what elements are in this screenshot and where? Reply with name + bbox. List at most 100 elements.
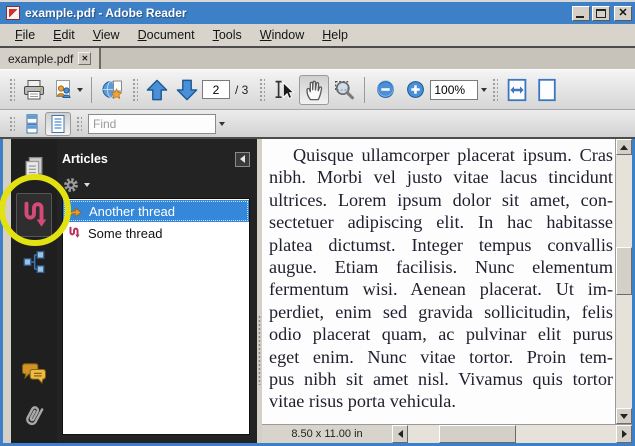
close-button[interactable]: ✕ xyxy=(614,6,632,21)
doc-text-line: vitae risus porta vehicula. xyxy=(269,390,613,412)
scrolling-pages-button[interactable] xyxy=(19,112,45,136)
fit-width-icon xyxy=(505,78,529,102)
toolbar-grip[interactable] xyxy=(131,77,138,103)
zoom-in-button[interactable] xyxy=(400,75,430,105)
toolbar-grip[interactable] xyxy=(258,77,265,103)
doc-text-line: fermentum wisi. Aenean placerat. Ut im- xyxy=(269,278,613,300)
thread-item-some[interactable]: Some thread xyxy=(63,222,249,244)
minimize-button[interactable] xyxy=(572,6,590,21)
left-edge-strip xyxy=(3,139,11,443)
vertical-scroll-track[interactable] xyxy=(616,155,632,408)
single-page-icon xyxy=(535,78,559,102)
hand-tool-icon xyxy=(302,78,326,102)
pages-panel-button[interactable] xyxy=(16,151,52,185)
marquee-zoom-button[interactable] xyxy=(329,75,359,105)
articles-panel-button[interactable] xyxy=(16,193,52,237)
collapse-left-icon xyxy=(240,155,245,163)
collaborate-dropdown-arrow[interactable] xyxy=(77,88,83,92)
fit-width-button[interactable] xyxy=(502,75,532,105)
menu-edit[interactable]: Edit xyxy=(44,25,84,45)
zoom-level-input[interactable] xyxy=(434,83,474,97)
zoom-level-combo[interactable] xyxy=(430,80,478,100)
horizontal-scrollbar[interactable] xyxy=(392,425,632,443)
horizontal-scroll-thumb[interactable] xyxy=(439,425,516,443)
toolbar-grip[interactable] xyxy=(8,77,15,103)
toolbar-grip[interactable] xyxy=(491,77,498,103)
close-icon: ✕ xyxy=(615,7,631,20)
document-area: Quisque ullamcorper placerat ipsum. Cras… xyxy=(262,139,632,443)
app-window: example.pdf - Adobe Reader ✕ File Edit V… xyxy=(0,0,635,446)
toolbar-grip[interactable] xyxy=(75,115,82,133)
doc-text-line: eget enim. Nunc vitae tortor. Proin tem- xyxy=(269,346,613,368)
hand-tool-button[interactable] xyxy=(299,75,329,105)
scroll-right-button[interactable] xyxy=(616,425,632,443)
vertical-scroll-thumb[interactable] xyxy=(616,247,632,295)
pdf-app-icon[interactable] xyxy=(6,6,20,20)
tabbar: example.pdf ✕ xyxy=(0,48,635,69)
scroll-down-button[interactable] xyxy=(616,408,632,424)
right-arrow-icon xyxy=(622,430,627,438)
navigation-zone: Articles xyxy=(11,139,257,443)
print-button[interactable] xyxy=(19,75,49,105)
thread-list: Another thread Some thread xyxy=(62,198,250,435)
vertical-scrollbar[interactable] xyxy=(615,139,632,424)
attachments-panel-button[interactable] xyxy=(16,399,52,433)
articles-panel: Articles xyxy=(57,139,257,443)
maximize-button[interactable] xyxy=(592,6,610,21)
tab-example-pdf[interactable]: example.pdf ✕ xyxy=(0,48,101,69)
previous-page-button[interactable] xyxy=(142,75,172,105)
menu-view[interactable]: View xyxy=(84,25,129,45)
find-input[interactable] xyxy=(88,114,216,134)
toolbar-grip[interactable] xyxy=(8,115,15,133)
layers-panel-button[interactable] xyxy=(16,245,52,279)
collaborate-icon xyxy=(52,79,74,101)
nav-panel-icon-strip xyxy=(11,139,57,443)
thread-item-another[interactable]: Another thread xyxy=(63,200,249,222)
scroll-up-button[interactable] xyxy=(616,139,632,155)
printer-icon xyxy=(22,79,46,101)
titlebar: example.pdf - Adobe Reader ✕ xyxy=(0,2,635,24)
select-tool-button[interactable] xyxy=(269,75,299,105)
acrobat-online-button[interactable] xyxy=(97,75,127,105)
doc-text-line: platea dictumst. Integer tempus convalli… xyxy=(269,234,613,256)
doc-text-line: Quisque ullamcorper placerat ipsum. Cras xyxy=(269,144,613,166)
toolbar-separator xyxy=(91,77,92,103)
scrolling-pages-icon xyxy=(22,114,42,134)
select-tool-icon xyxy=(272,78,296,102)
layers-icon xyxy=(21,249,47,275)
page-up-arrow-icon xyxy=(145,78,169,102)
menu-help[interactable]: Help xyxy=(313,25,357,45)
find-dropdown-arrow[interactable] xyxy=(219,122,225,126)
tab-label: example.pdf xyxy=(8,52,73,66)
menu-document[interactable]: Document xyxy=(129,25,204,45)
doc-text-line: sectetuer adipiscing elit. In hac habita… xyxy=(269,211,613,233)
document-page[interactable]: Quisque ullamcorper placerat ipsum. Cras… xyxy=(262,139,615,424)
single-page-view-button[interactable] xyxy=(45,112,71,136)
current-thread-arrow-icon xyxy=(67,204,83,219)
zoom-out-icon xyxy=(375,79,396,100)
menu-window[interactable]: Window xyxy=(251,25,313,45)
comments-panel-button[interactable] xyxy=(16,357,52,391)
articles-icon xyxy=(19,198,49,232)
scroll-left-button[interactable] xyxy=(392,425,408,443)
panel-splitter[interactable] xyxy=(257,139,262,443)
tab-close-icon[interactable]: ✕ xyxy=(78,52,91,65)
page-number-input[interactable] xyxy=(202,80,230,99)
horizontal-scroll-track[interactable] xyxy=(408,425,616,443)
marquee-zoom-icon xyxy=(332,78,356,102)
menu-file[interactable]: File xyxy=(6,25,44,45)
next-page-button[interactable] xyxy=(172,75,202,105)
zoom-dropdown-arrow[interactable] xyxy=(481,88,487,92)
panel-collapse-button[interactable] xyxy=(235,152,250,167)
doc-text-line: perdiet, enim sed gravida sollicitudin, … xyxy=(269,301,613,323)
menu-tools[interactable]: Tools xyxy=(204,25,251,45)
fit-page-button[interactable] xyxy=(532,75,562,105)
doc-text-line: nibh. Morbi vel justo vitae lacus tincid… xyxy=(269,166,613,188)
options-dropdown-arrow[interactable] xyxy=(84,183,90,187)
thread-label: Some thread xyxy=(88,226,162,241)
paperclip-icon xyxy=(20,401,48,431)
collaborate-button[interactable] xyxy=(49,75,86,105)
doc-text-line: pus nibh sit amet nisl. Vivamus quis tor… xyxy=(269,368,613,390)
options-gear-icon[interactable] xyxy=(62,176,80,194)
zoom-out-button[interactable] xyxy=(370,75,400,105)
